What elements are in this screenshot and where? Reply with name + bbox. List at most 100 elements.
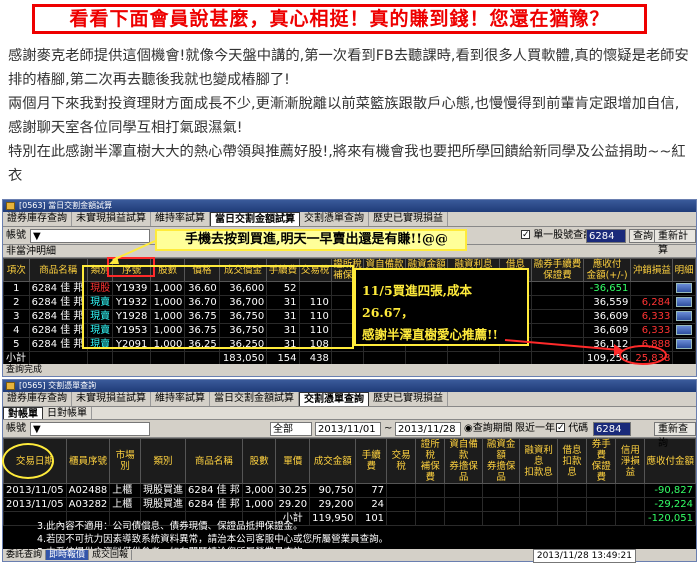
status-tab[interactable]: 成交回報: [89, 550, 133, 560]
tab-4[interactable]: 交割憑單查詢: [300, 212, 369, 226]
table-cell: [586, 497, 617, 512]
tab-4[interactable]: 交割憑單查詢: [299, 392, 369, 406]
table-cell: [672, 337, 696, 352]
top-callout: 手機去按到買進,明天一早賣出還是有賺!!@@: [155, 229, 467, 251]
table-cell: 5: [3, 337, 30, 352]
market-select[interactable]: 全部: [270, 422, 312, 436]
table-cell: [519, 497, 558, 512]
account-select[interactable]: ▼: [30, 422, 150, 436]
stock-code-input[interactable]: 6284: [586, 229, 626, 243]
table-cell: 30.25: [275, 483, 311, 498]
table-cell: 6284 佳 邦: [28, 337, 88, 352]
detail-icon[interactable]: [676, 338, 693, 349]
detail-icon[interactable]: [676, 310, 693, 321]
table-cell: -90,827: [644, 483, 696, 498]
date-to-input[interactable]: 2013/11/28: [395, 422, 461, 436]
sell-rows-box: [82, 265, 354, 349]
tab-0[interactable]: 證券庫存查詢: [3, 212, 72, 226]
table-cell: 6,284: [630, 295, 674, 310]
code-checkbox-wrap[interactable]: 代碼: [556, 421, 588, 436]
tab-0[interactable]: 對帳單: [3, 407, 43, 420]
table-cell: -36,651: [582, 281, 632, 296]
date-from-input[interactable]: 2013/11/01: [315, 422, 381, 436]
table-cell: [519, 483, 558, 498]
code-checkbox[interactable]: [556, 421, 565, 435]
tab-5[interactable]: 歷史已實現損益: [369, 392, 448, 406]
code-input[interactable]: 6284: [593, 422, 631, 436]
tab-1[interactable]: 未實現損益試算: [72, 392, 151, 406]
table-cell: 77: [355, 483, 388, 498]
table-cell: 2: [3, 295, 30, 310]
table-cell: 6284 佳 邦: [28, 323, 88, 338]
query-button[interactable]: 查詢: [629, 229, 657, 243]
testimonial-paragraph-3: 特別在此感謝半澤直樹大大的熱心帶領與推薦好股!,將來有機會我也要把所學回饋給新同…: [8, 144, 686, 184]
table-cell: 6284 佳 邦: [185, 497, 243, 512]
tab-1[interactable]: 未實現損益試算: [72, 212, 151, 226]
table-row[interactable]: 2013/11/05 A02488 上櫃 現股買進 6284 佳 邦 3,000 30.25…: [3, 483, 696, 498]
single-stock-checkbox[interactable]: [521, 228, 530, 242]
status-tab[interactable]: 委託查詢: [3, 550, 47, 560]
detail-icon[interactable]: [676, 324, 693, 335]
table-cell: 上櫃: [109, 483, 141, 498]
column-header: 融券手續費 保證費: [531, 258, 584, 282]
table-cell: 90,750: [309, 483, 357, 498]
table-cell: [630, 281, 674, 296]
column-header: 融資利息 扣款息: [519, 438, 558, 484]
column-header: 市場別: [109, 438, 141, 484]
account-label: 帳號: [6, 230, 26, 241]
tab-3[interactable]: 當日交割金額試算: [210, 392, 299, 406]
range-radio[interactable]: ◉查詢期間: [464, 422, 513, 436]
tab-5[interactable]: 歷史已實現損益: [369, 212, 448, 226]
detail-icon[interactable]: [676, 296, 693, 307]
table-cell: [672, 295, 696, 310]
column-header: 商品名稱: [185, 438, 243, 484]
column-header: 類別: [140, 438, 186, 484]
table-cell: [531, 309, 584, 324]
tab-1[interactable]: 日對帳單: [43, 407, 92, 419]
table-cell: 6284 佳 邦: [28, 309, 88, 324]
subtotal-cell: [444, 511, 483, 526]
column-header: 融資金額 券擔保品: [481, 438, 521, 484]
status-tab[interactable]: 即時報價: [46, 550, 90, 560]
requery-button[interactable]: 重新查詢: [654, 422, 696, 449]
table-cell: 29,200: [309, 497, 357, 512]
detail-icon[interactable]: [676, 282, 693, 293]
table-cell: 上櫃: [109, 497, 141, 512]
table-cell: [586, 483, 617, 498]
table-cell: 36,559: [582, 295, 632, 310]
subtotal-net: -120,051: [644, 511, 696, 526]
profit-circle: [619, 345, 667, 365]
column-header: 資自備款 券擔保品: [444, 438, 483, 484]
single-stock-checkbox-wrap[interactable]: 單一股號查詢: [521, 228, 593, 243]
column-header: 股數: [241, 438, 277, 484]
date-circle: [2, 443, 54, 479]
table-cell: 6284 佳 邦: [185, 483, 243, 498]
table-cell: [672, 309, 696, 324]
tab-2[interactable]: 維持率試算: [151, 212, 210, 226]
column-header: 沖銷損益: [630, 258, 674, 282]
headline-banner: 看看下面會員說甚麼，真心相挺！真的賺到錢！您還在猶豫？: [32, 4, 647, 34]
column-header: 商品名稱: [28, 258, 88, 282]
profit-arrow: [504, 339, 624, 356]
tab-2[interactable]: 維持率試算: [151, 392, 210, 406]
testimonial-paragraph-2: 兩個月下來我對投資理財方面成長不少,更漸漸脫離以前菜籃族跟散戶心態,也慢慢得到前…: [8, 96, 680, 136]
tab-3[interactable]: 當日交割金額試算: [210, 212, 300, 226]
table-cell: 36,609: [582, 309, 632, 324]
statement-subtabs: 對帳單 日對帳單: [3, 407, 696, 420]
table-cell: [386, 483, 417, 498]
table-cell: [481, 483, 521, 498]
recalculate-button[interactable]: 重新計算: [654, 229, 696, 256]
function-tabs: 證券庫存查詢 未實現損益試算 維持率試算 當日交割金額試算 交割憑單查詢 歷史已實現損益: [3, 392, 696, 407]
status-bar-left: 委託查詢 即時報價 成交回報: [3, 550, 133, 560]
table-cell: 1: [3, 281, 30, 296]
column-header: 單價: [275, 438, 311, 484]
column-header: 證所稅 補保費: [415, 438, 446, 484]
table-cell: 2013/11/05: [3, 497, 67, 512]
function-tabs: 證券庫存查詢 未實現損益試算 維持率試算 當日交割金額試算 交割憑單查詢 歷史已實現損益: [3, 212, 696, 227]
table-row[interactable]: 2013/11/05 A03282 上櫃 現股買進 6284 佳 邦 1,000 29.20…: [3, 497, 696, 512]
table-cell: 現股買進: [140, 497, 186, 512]
account-label: 帳號: [6, 423, 26, 434]
table-cell: [556, 497, 588, 512]
column-header: 手續費: [355, 438, 388, 484]
tab-0[interactable]: 證券庫存查詢: [3, 392, 72, 406]
